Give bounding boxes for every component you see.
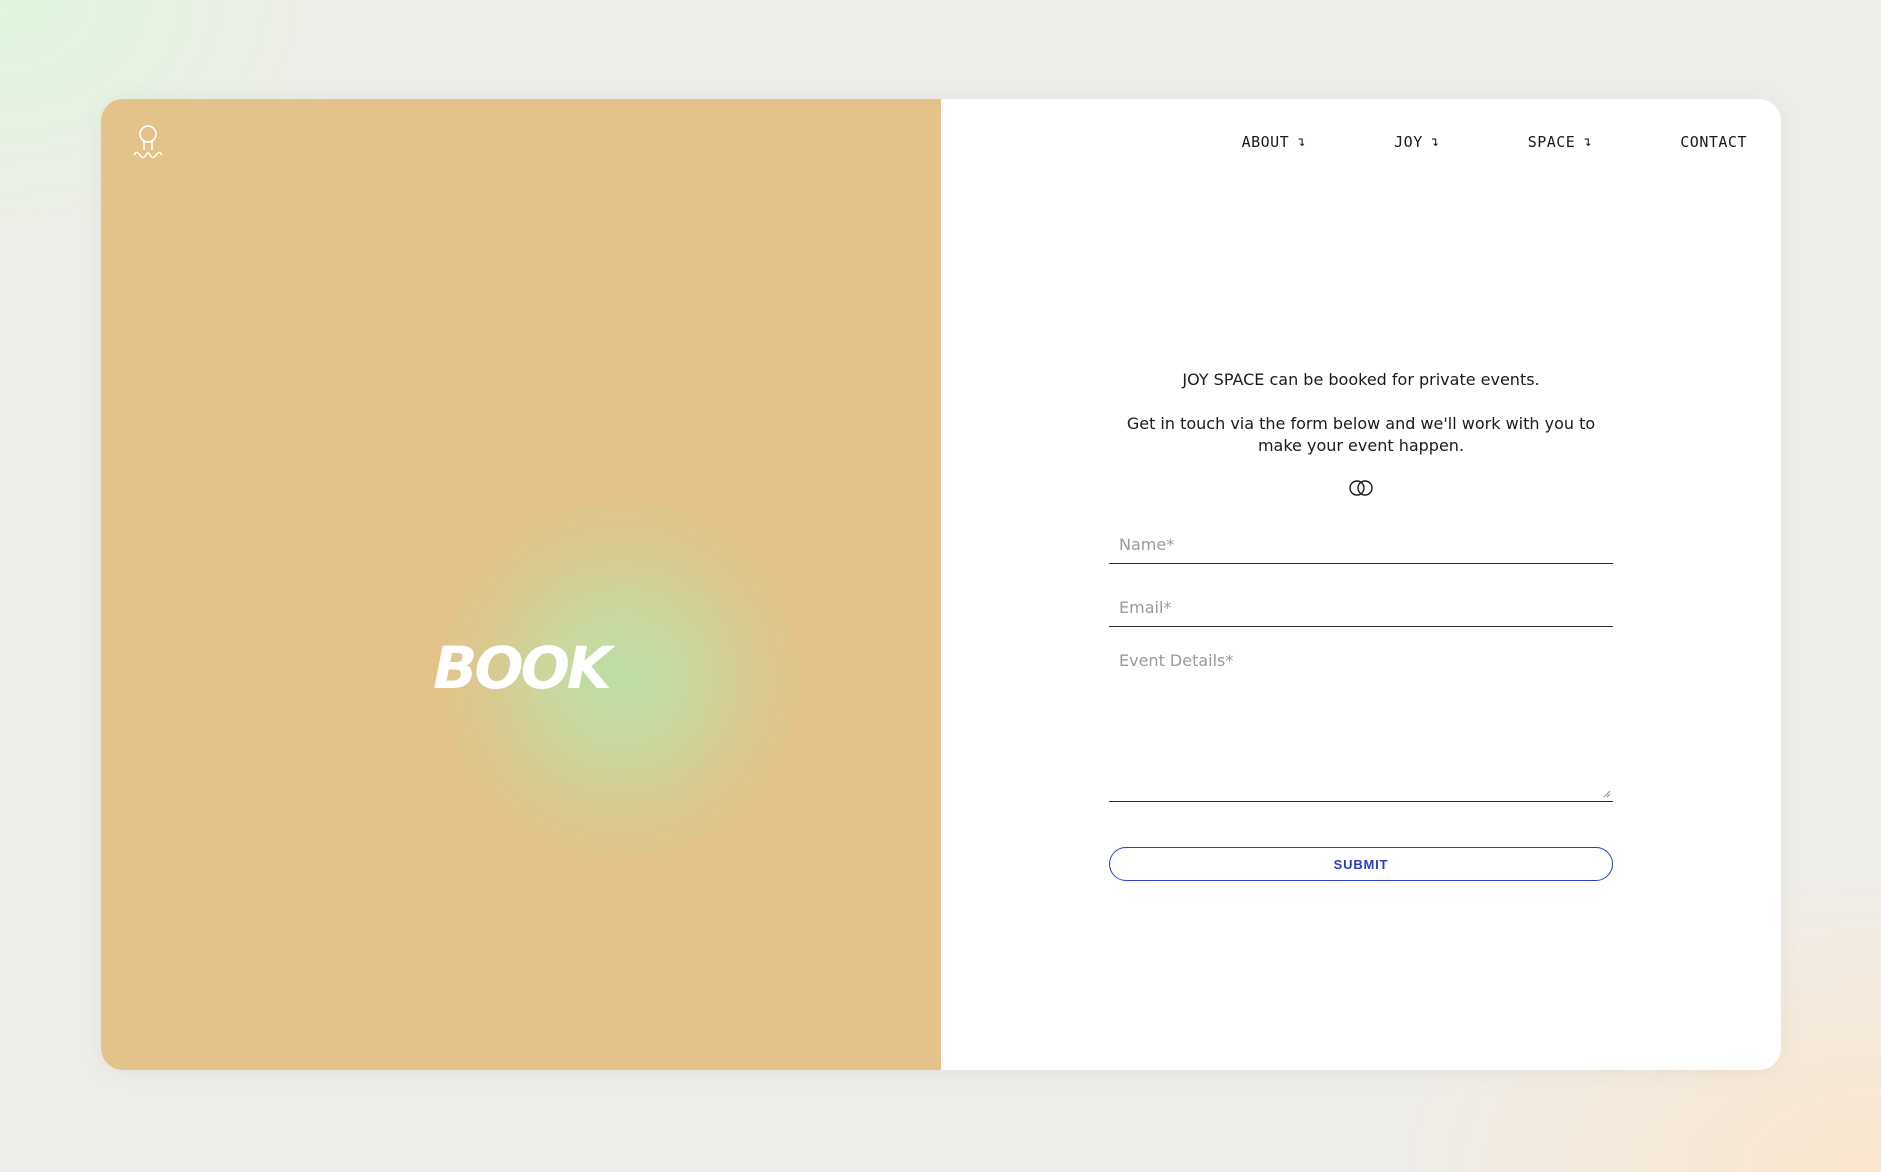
booking-form: JOY SPACE can be booked for private even…: [1109, 369, 1613, 881]
event-details-field[interactable]: [1109, 641, 1613, 799]
main-nav: ABOUT ↴ JOY ↴ SPACE ↴ CONTACT: [1242, 133, 1747, 151]
nav-about-label: ABOUT: [1241, 133, 1290, 151]
resize-grip-icon[interactable]: [1603, 790, 1611, 798]
name-field-wrap: [1109, 525, 1613, 564]
nav-space-label: SPACE: [1527, 133, 1576, 151]
interlocking-rings-icon: [1349, 480, 1373, 496]
rings-divider: [1109, 479, 1613, 499]
hero-panel: BOOK: [101, 99, 941, 1070]
content-panel: ABOUT ↴ JOY ↴ SPACE ↴ CONTACT JOY SPACE …: [941, 99, 1781, 1070]
nav-contact-label: CONTACT: [1680, 133, 1747, 151]
intro-line-2: Get in touch via the form below and we'l…: [1126, 414, 1596, 455]
submit-button[interactable]: SUBMIT: [1109, 847, 1613, 881]
arrow-down-right-icon: ↴: [1583, 134, 1593, 150]
nav-contact[interactable]: CONTACT: [1680, 133, 1747, 151]
nav-joy-label: JOY: [1394, 133, 1423, 151]
name-field[interactable]: [1109, 525, 1613, 564]
nav-joy[interactable]: JOY ↴: [1394, 133, 1440, 151]
email-field[interactable]: [1109, 588, 1613, 627]
nav-space[interactable]: SPACE ↴: [1528, 133, 1593, 151]
email-field-wrap: [1109, 588, 1613, 627]
nav-about[interactable]: ABOUT ↴: [1242, 133, 1307, 151]
intro-line-1: JOY SPACE can be booked for private even…: [1182, 370, 1540, 389]
intro-text: JOY SPACE can be booked for private even…: [1109, 369, 1613, 457]
booking-card: BOOK ABOUT ↴ JOY ↴ SPACE ↴ CONTACT JOY S…: [101, 99, 1781, 1070]
joy-space-logo-icon[interactable]: [131, 123, 165, 161]
arrow-down-right-icon: ↴: [1430, 134, 1440, 150]
hero-title: BOOK: [433, 634, 612, 702]
arrow-down-right-icon: ↴: [1297, 134, 1307, 150]
event-details-field-wrap: [1109, 641, 1613, 802]
